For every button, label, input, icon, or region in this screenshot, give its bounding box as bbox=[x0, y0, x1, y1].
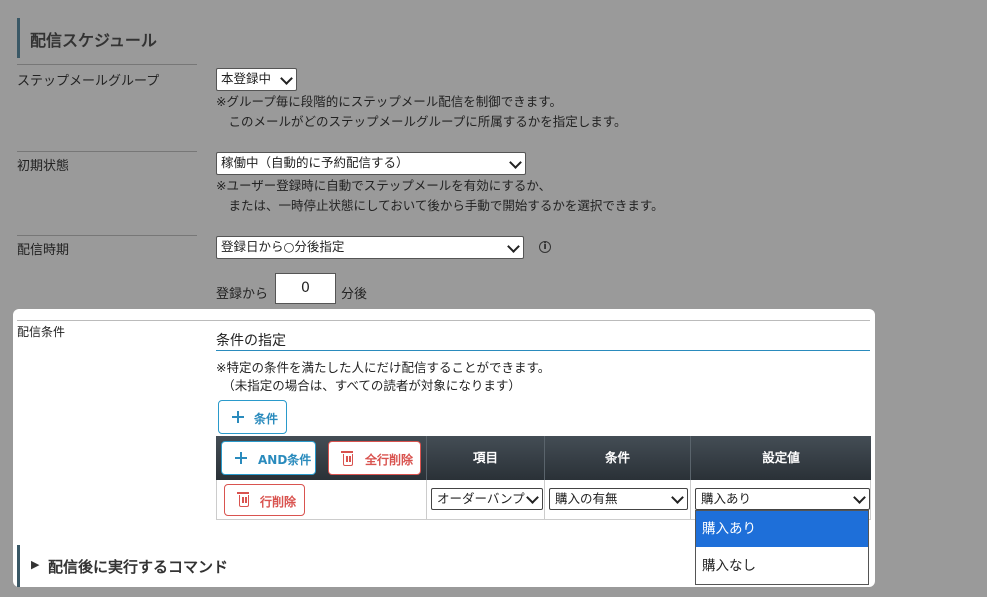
section-title-bar: 配信スケジュール bbox=[17, 18, 920, 58]
value-value: 購入あり bbox=[701, 491, 752, 506]
plus-icon bbox=[232, 411, 244, 423]
section-title: 配信スケジュール bbox=[30, 31, 157, 50]
condition-select[interactable]: 購入の有無 bbox=[549, 488, 688, 510]
item-value: オーダーバンプ bbox=[437, 491, 525, 506]
value-select[interactable]: 購入あり bbox=[695, 488, 870, 510]
initial-state-note-1: ※ユーザー登録時に自動でステップメールを有効にするか、 bbox=[216, 178, 552, 193]
step-group-select[interactable]: 本登録中 bbox=[216, 68, 297, 91]
divider bbox=[690, 480, 691, 520]
plus-icon bbox=[235, 452, 247, 464]
dropdown-option-purchased[interactable]: 購入あり bbox=[696, 511, 868, 547]
step-group-note-1: ※グループ毎に段階的にステップメール配信を制御できます。 bbox=[216, 94, 562, 109]
initial-state-select[interactable]: 稼働中（自動的に予約配信する） bbox=[216, 152, 526, 175]
chevron-down-icon bbox=[509, 156, 522, 169]
initial-state-label: 初期状態 bbox=[17, 159, 70, 174]
heading-underline bbox=[216, 350, 870, 351]
step-group-value: 本登録中 bbox=[221, 71, 272, 86]
chevron-down-icon bbox=[671, 491, 684, 504]
step-group-label: ステップメールグループ bbox=[17, 74, 160, 89]
conditions-note-1: ※特定の条件を満たした人にだけ配信することができます。 bbox=[216, 360, 551, 375]
divider bbox=[17, 64, 197, 65]
divider bbox=[426, 480, 427, 520]
command-section-bar bbox=[17, 545, 20, 587]
delete-row-button[interactable]: 行削除 bbox=[224, 484, 305, 516]
divider bbox=[17, 320, 870, 321]
column-header-item: 項目 bbox=[426, 436, 544, 480]
chevron-down-icon bbox=[853, 491, 866, 504]
timing-label: 配信時期 bbox=[17, 243, 70, 258]
timing-select[interactable]: 登録日から○分後指定 bbox=[216, 236, 524, 259]
and-condition-label: AND条件 bbox=[258, 453, 312, 467]
delete-row-label: 行削除 bbox=[260, 495, 297, 509]
item-select[interactable]: オーダーバンプ bbox=[431, 488, 543, 510]
delete-all-label: 全行削除 bbox=[365, 453, 414, 467]
condition-value: 購入の有無 bbox=[555, 491, 618, 506]
conditions-note-2: （未指定の場合は、すべての読者が対象になります） bbox=[216, 378, 521, 393]
dropdown-option-not-purchased[interactable]: 購入なし bbox=[696, 548, 868, 584]
timing-prefix: 登録から bbox=[216, 287, 269, 302]
conditions-label: 配信条件 bbox=[17, 325, 66, 339]
initial-state-value: 稼働中（自動的に予約配信する） bbox=[221, 155, 409, 170]
conditions-heading: 条件の指定 bbox=[216, 333, 286, 349]
chevron-down-icon bbox=[507, 240, 520, 253]
divider bbox=[17, 151, 197, 152]
column-header-value: 設定値 bbox=[690, 436, 871, 480]
expand-arrow-icon[interactable]: ▶ bbox=[31, 558, 39, 571]
step-group-note-2: このメールがどのステップメールグループに所属するかを指定します。 bbox=[216, 114, 627, 129]
divider bbox=[17, 235, 197, 236]
timing-suffix: 分後 bbox=[341, 287, 368, 302]
minutes-input[interactable]: 0 bbox=[275, 273, 336, 304]
initial-state-note-2: または、一時停止状態にしておいて後から手動で開始するかを選択できます。 bbox=[216, 198, 664, 213]
add-condition-button[interactable]: 条件 bbox=[218, 400, 287, 434]
chevron-down-icon bbox=[526, 491, 539, 504]
column-header-condition: 条件 bbox=[544, 436, 690, 480]
trash-icon bbox=[237, 492, 249, 507]
chevron-down-icon bbox=[280, 72, 293, 85]
delete-all-button[interactable]: 全行削除 bbox=[328, 441, 421, 475]
timing-value: 登録日から○分後指定 bbox=[221, 239, 345, 254]
command-section-title[interactable]: 配信後に実行するコマンド bbox=[48, 556, 228, 577]
info-icon[interactable]: i bbox=[539, 241, 551, 253]
divider bbox=[544, 480, 545, 520]
and-condition-button[interactable]: AND条件 bbox=[221, 441, 316, 475]
value-dropdown-list: 購入あり 購入なし bbox=[695, 510, 869, 585]
add-condition-label: 条件 bbox=[254, 412, 279, 426]
trash-icon bbox=[341, 451, 353, 466]
